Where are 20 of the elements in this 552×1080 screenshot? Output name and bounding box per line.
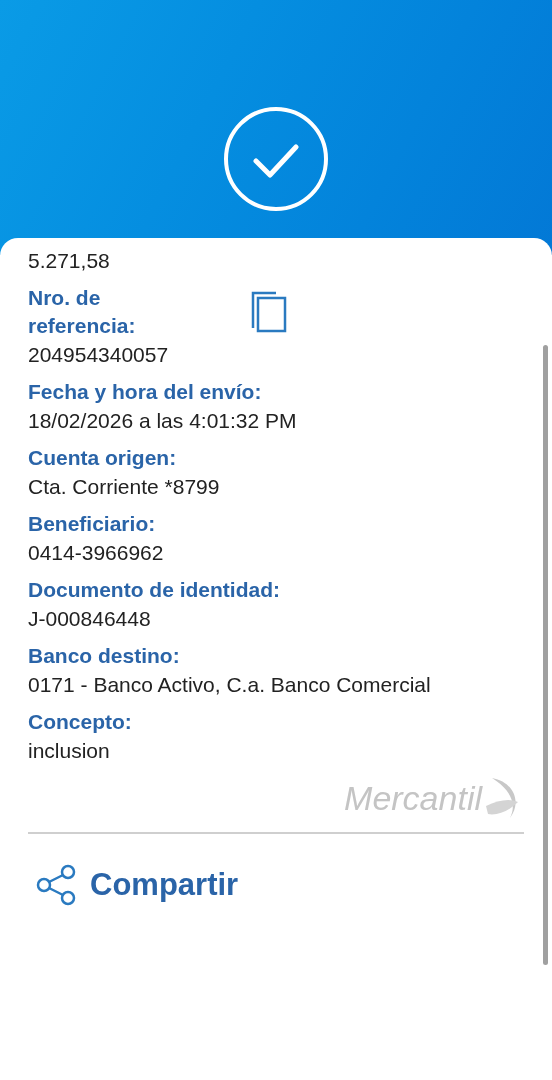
check-circle-icon xyxy=(223,106,329,212)
field-value: 18/02/2026 a las 4:01:32 PM xyxy=(28,408,298,434)
field-value: inclusion xyxy=(28,738,111,764)
share-button[interactable]: Compartir xyxy=(36,862,239,909)
copy-icon[interactable] xyxy=(250,290,288,334)
field-value: 0171 - Banco Activo, C.a. Banco Comercial xyxy=(28,672,432,698)
field-label: Fecha y hora del envío: xyxy=(28,379,262,405)
field-label: Beneficiario: xyxy=(28,511,156,537)
share-icon xyxy=(36,864,76,907)
field-value: J-000846448 xyxy=(28,606,152,632)
field-value: Cta. Corriente *8799 xyxy=(28,474,221,500)
field-label: Concepto: xyxy=(28,709,132,735)
field-value: 204954340057 xyxy=(28,342,170,368)
field-value: 0414-3966962 xyxy=(28,540,165,566)
field-label: Nro. de referencia: xyxy=(28,285,137,339)
field-value: 5.271,58 xyxy=(28,248,111,274)
field-label: Cuenta origen: xyxy=(28,445,177,471)
field-label: Banco destino: xyxy=(28,643,180,669)
field-label: Documento de identidad: xyxy=(28,577,280,603)
brand-logo: Mercantil xyxy=(344,778,482,818)
